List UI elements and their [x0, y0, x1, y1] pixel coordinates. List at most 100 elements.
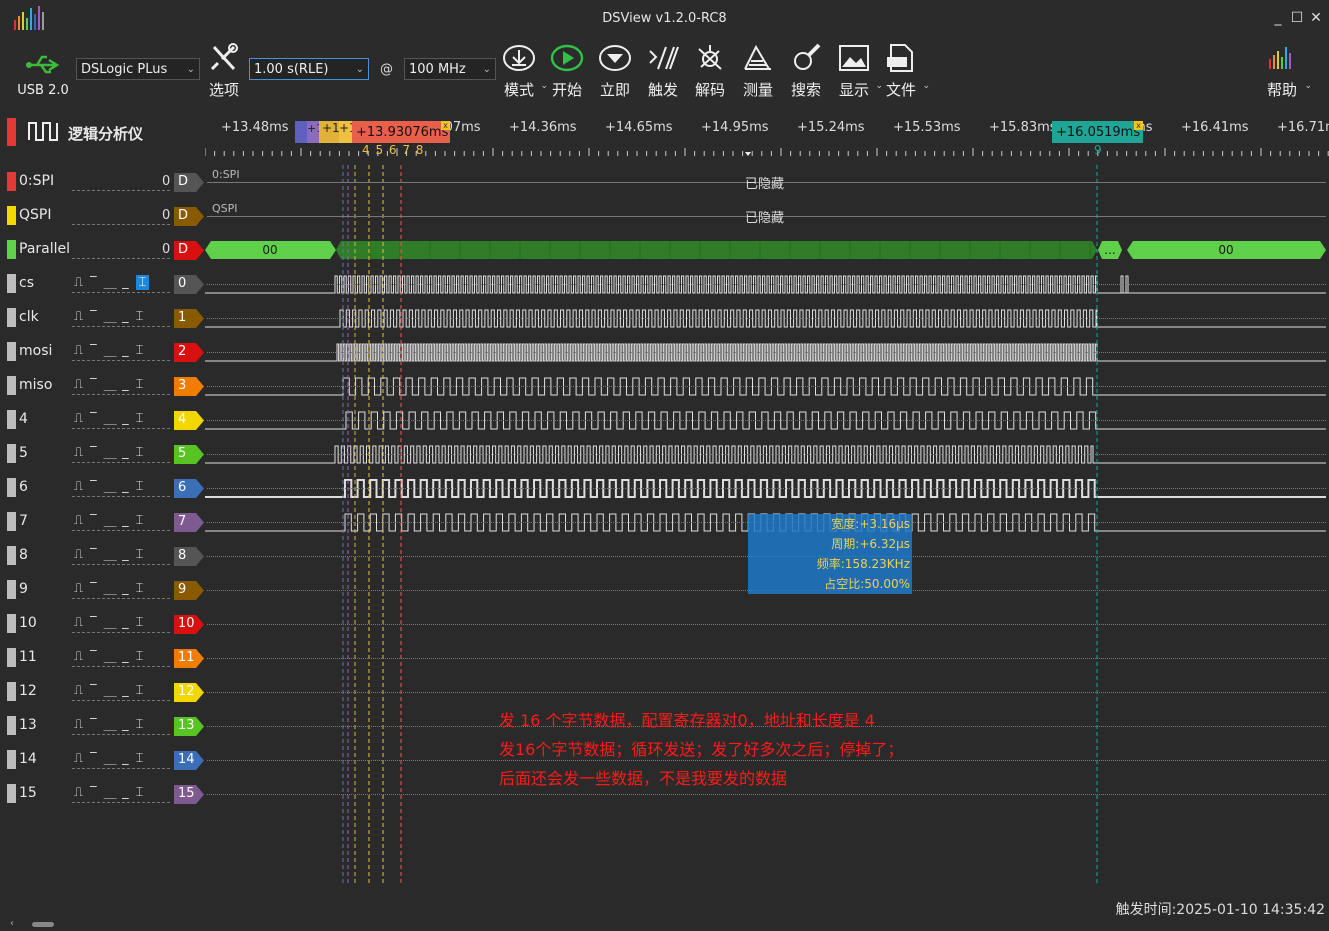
channel-name[interactable]: 7	[19, 513, 28, 529]
trigger-options[interactable]: ⎍‾⎽_⌶	[74, 377, 150, 392]
maximize-button[interactable]: ☐	[1289, 10, 1305, 26]
channel-color-chip[interactable]	[7, 410, 16, 429]
channel-name[interactable]: Parallel	[19, 241, 70, 257]
trigger-edge-icon[interactable]: ⎽	[104, 343, 123, 358]
duration-select[interactable]: 1.00 s(RLE) ⌄	[249, 58, 369, 80]
trigger-edge-icon[interactable]: _	[122, 445, 136, 460]
channel-row[interactable]: miso ⎍‾⎽_⌶ 3	[0, 369, 1329, 403]
trigger-edge-icon[interactable]: ‾	[90, 513, 104, 528]
trigger-edge-icon[interactable]: _	[122, 615, 136, 630]
trigger-edge-icon[interactable]: ⌶	[136, 445, 151, 460]
channel-color-chip[interactable]	[7, 614, 16, 633]
channel-row[interactable]: 6 ⎍‾⎽_⌶ 6	[0, 471, 1329, 505]
trigger-edge-icon[interactable]: ⎍	[74, 411, 90, 426]
trigger-edge-icon[interactable]: ⎍	[74, 683, 90, 698]
trigger-edge-icon[interactable]: ⌶	[136, 683, 151, 698]
trigger-options[interactable]: ⎍‾⎽_⌶	[74, 683, 150, 698]
trigger-edge-icon[interactable]: ⎍	[74, 275, 90, 290]
trigger-edge-icon[interactable]: ⎽	[104, 513, 123, 528]
trigger-edge-icon[interactable]: ⎽	[104, 581, 123, 596]
trigger-options[interactable]: ⎍‾⎽_⌶	[74, 615, 150, 630]
trigger-edge-icon[interactable]: ⎽	[104, 411, 123, 426]
device-select[interactable]: DSLogic PLus ⌄	[76, 58, 200, 80]
channel-row[interactable]: 5 ⎍‾⎽_⌶ 5	[0, 437, 1329, 471]
trigger-edge-icon[interactable]: ⎽	[104, 377, 123, 392]
channel-row[interactable]: 11 ⎍‾⎽_⌶ 11	[0, 641, 1329, 675]
trigger-edge-icon[interactable]: ‾	[90, 377, 104, 392]
trigger-edge-icon[interactable]: ‾	[90, 309, 104, 324]
channel-color-chip[interactable]	[7, 682, 16, 701]
channel-color-chip[interactable]	[7, 478, 16, 497]
channel-color-chip[interactable]	[7, 546, 16, 565]
cursor-b-flag[interactable]: +16.0519ms x	[1052, 121, 1143, 143]
trigger-edge-icon[interactable]: ⎽	[104, 309, 123, 324]
trigger-edge-icon[interactable]: _	[122, 547, 136, 562]
trigger-options[interactable]: ⎍‾⎽_⌶	[74, 513, 150, 528]
channel-name[interactable]: 5	[19, 445, 28, 461]
trigger-edge-icon[interactable]: ⌶	[136, 547, 151, 562]
trigger-edge-icon[interactable]: ‾	[90, 411, 104, 426]
channel-color-chip[interactable]	[7, 376, 16, 395]
channel-name[interactable]: 10	[19, 615, 37, 631]
trigger-edge-icon[interactable]: ⌶	[136, 615, 151, 630]
trigger-edge-icon[interactable]: ⎍	[74, 377, 90, 392]
trigger-options[interactable]: ⎍‾⎽_⌶	[74, 717, 150, 732]
trigger-options[interactable]: ⎍‾⎽_⌶	[74, 649, 150, 664]
channel-color-chip[interactable]	[7, 716, 16, 735]
close-button[interactable]: ✕	[1308, 10, 1324, 26]
channel-name[interactable]: 14	[19, 751, 37, 767]
trigger-edge-icon[interactable]: _	[122, 411, 136, 426]
channel-name[interactable]: 9	[19, 581, 28, 597]
start-button[interactable]: 开始	[548, 43, 586, 100]
trigger-edge-icon[interactable]: ⎽	[104, 751, 123, 766]
file-button[interactable]: 文件 ⌄	[882, 43, 930, 100]
trigger-options[interactable]: ⎍‾⎽_⌶	[74, 581, 150, 596]
trigger-edge-icon[interactable]: _	[122, 649, 136, 664]
trigger-edge-icon[interactable]: ⎽	[104, 615, 123, 630]
decoder-row[interactable]: Parallel 0 D	[0, 233, 1329, 267]
trigger-edge-icon[interactable]: ⎽	[104, 479, 123, 494]
trigger-edge-icon[interactable]: _	[122, 785, 136, 800]
channel-color-chip[interactable]	[7, 444, 16, 463]
trigger-edge-icon[interactable]: _	[122, 717, 136, 732]
channel-color-chip[interactable]	[7, 580, 16, 599]
channel-color-chip[interactable]	[7, 308, 16, 327]
trigger-edge-icon[interactable]: ⎍	[74, 751, 90, 766]
trigger-edge-icon[interactable]: _	[122, 309, 136, 324]
trigger-options[interactable]: ⎍‾⎽_⌶	[74, 343, 150, 358]
trigger-edge-icon[interactable]: ‾	[90, 615, 104, 630]
trigger-edge-icon[interactable]: ‾	[90, 683, 104, 698]
trigger-edge-icon[interactable]: ‾	[90, 717, 104, 732]
channel-row[interactable]: 10 ⎍‾⎽_⌶ 10	[0, 607, 1329, 641]
cursor-a-flag[interactable]: +13.93076ms x	[352, 121, 450, 143]
trigger-edge-icon[interactable]: ⎍	[74, 581, 90, 596]
trigger-options[interactable]: ⎍‾⎽_⌶	[74, 785, 150, 800]
channel-row[interactable]: mosi ⎍‾⎽_⌶ 2	[0, 335, 1329, 369]
channel-row[interactable]: 12 ⎍‾⎽_⌶ 12	[0, 675, 1329, 709]
trigger-edge-icon[interactable]: ⌶	[136, 377, 151, 392]
channel-name[interactable]: 6	[19, 479, 28, 495]
trigger-edge-icon[interactable]: _	[122, 343, 136, 358]
trigger-options[interactable]: ⎍‾⎽_⌶	[74, 751, 150, 766]
trigger-edge-icon[interactable]: ‾	[90, 445, 104, 460]
trigger-button[interactable]: 触发	[644, 43, 682, 100]
trigger-edge-icon[interactable]: ⎽	[104, 717, 123, 732]
trigger-edge-icon[interactable]: ⎍	[74, 513, 90, 528]
channel-name[interactable]: miso	[19, 377, 52, 393]
samplerate-select[interactable]: 100 MHz ⌄	[404, 58, 496, 80]
channel-name[interactable]: 8	[19, 547, 28, 563]
trigger-edge-icon[interactable]: ⌶	[136, 751, 151, 766]
search-button[interactable]: 搜索	[787, 43, 825, 100]
channel-name[interactable]: 12	[19, 683, 37, 699]
channel-name[interactable]: 13	[19, 717, 37, 733]
channel-color-chip[interactable]	[7, 274, 16, 293]
close-icon[interactable]: x	[441, 121, 450, 130]
trigger-edge-icon[interactable]: ‾	[90, 547, 104, 562]
trigger-edge-icon[interactable]: ⎽	[104, 275, 123, 290]
channel-name[interactable]: 15	[19, 785, 37, 801]
trigger-edge-icon[interactable]: ⎽	[104, 683, 123, 698]
channel-name[interactable]: QSPI	[19, 207, 51, 223]
trigger-edge-icon[interactable]: _	[122, 683, 136, 698]
channel-color-chip[interactable]	[7, 342, 16, 361]
channel-color-chip[interactable]	[7, 240, 16, 259]
